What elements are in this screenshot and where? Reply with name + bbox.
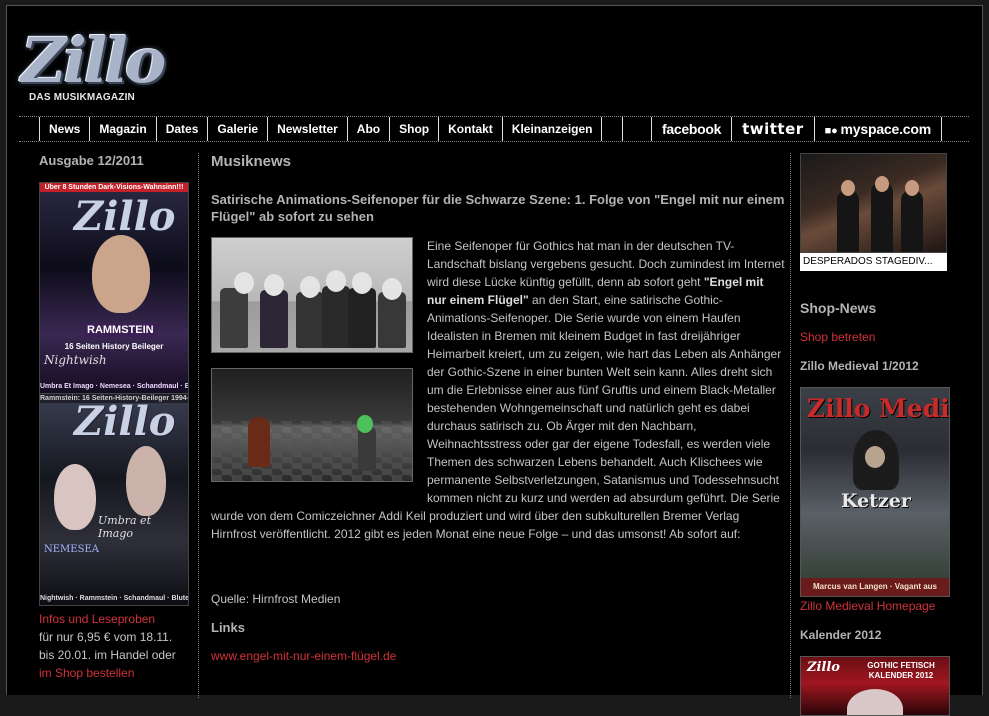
cover-feature: RAMMSTEIN — [84, 323, 157, 337]
photo-person-2-head — [875, 176, 889, 192]
nav-item-kontakt[interactable]: Kontakt — [438, 117, 502, 141]
character-2-head — [264, 274, 284, 296]
shop-order-link[interactable]: im Shop bestellen — [39, 664, 189, 682]
character-4-head — [326, 270, 346, 292]
myspace-label: myspace.com — [840, 121, 932, 137]
nav-item-kleinanzeigen[interactable]: Kleinanzeigen — [501, 117, 602, 141]
cover2-face-right — [126, 446, 166, 516]
character-5-head — [352, 272, 372, 294]
column-divider-right — [790, 153, 791, 698]
nav-item-news[interactable]: News — [39, 117, 89, 141]
cover-side-name: Nightwish — [44, 353, 107, 367]
cover-feature-sub: 16 Seiten History Beileger — [64, 342, 164, 351]
external-link[interactable]: www.engel-mit-nur-einem-flügel.de — [211, 649, 786, 663]
cover-top-strip: Über 8 Stunden Dark-Visions-Wahnsinn!!! — [40, 183, 188, 192]
character-5 — [348, 288, 376, 348]
issue-heading: Ausgabe 12/2011 — [39, 153, 144, 168]
photo-person-2 — [871, 182, 893, 252]
section-title: Musiknews — [211, 153, 292, 170]
article-source: Quelle: Hirnfrost Medien — [211, 592, 341, 606]
cover2-face-left — [54, 464, 96, 530]
logo-wordmark: Zillo — [21, 24, 166, 97]
stagedive-caption[interactable]: DESPERADOS STAGEDIV... — [800, 253, 947, 271]
social-links: facebook twitter ■● myspace.com — [651, 117, 942, 141]
left-sidebar: Ausgabe 12/2011 Über 8 Stunden Dark-Visi… — [39, 153, 189, 682]
cover2-side-name: NEMESEA — [44, 544, 99, 555]
stagedive-photo[interactable] — [800, 153, 947, 253]
green-hair-figure — [358, 427, 376, 471]
checkered-floor — [212, 421, 412, 481]
main-content: Musiknews Satirische Animations-Seifenop… — [211, 153, 786, 663]
issue-cover-front[interactable]: Über 8 Stunden Dark-Visions-Wahnsinn!!! … — [39, 182, 189, 394]
column-divider-left — [198, 153, 199, 698]
medieval-cover-feature: Ketzer — [841, 490, 911, 512]
nav-item-galerie[interactable]: Galerie — [207, 117, 267, 141]
calendar-heading: Kalender 2012 — [800, 628, 882, 642]
medieval-homepage-link[interactable]: Zillo Medieval Homepage — [800, 599, 960, 613]
character-6-head — [382, 278, 402, 300]
medieval-cover[interactable]: Zillo Medieval Ketzer Marcus van Langen … — [800, 387, 950, 597]
nav-item-dates[interactable]: Dates — [155, 117, 208, 141]
site-logo[interactable]: Zillo DAS MUSIKMAGAZIN — [21, 26, 171, 108]
photo-person-3 — [901, 190, 923, 252]
character-1 — [220, 288, 248, 348]
cover2-wordmark: Zillo — [74, 398, 176, 445]
cover2-feature: Umbra et Imago — [98, 514, 151, 540]
photo-person-1 — [837, 190, 859, 252]
cover-bottom-strip: Umbra Et Imago · Nemesea · Schandmaul · … — [40, 383, 188, 390]
nav-item-magazin[interactable]: Magazin — [89, 117, 155, 141]
medieval-cover-band: Marcus van Langen · Vagant aus Leidensch… — [801, 578, 949, 596]
photo-person-3-head — [905, 180, 919, 196]
calendar-title: GOTHIC FETISCH KALENDER 2012 — [867, 661, 935, 680]
calendar-logo: Zillo — [807, 660, 840, 675]
medieval-heading: Zillo Medieval 1/2012 — [800, 359, 919, 373]
character-6 — [378, 292, 406, 348]
page-frame: Zillo DAS MUSIKMAGAZIN News Magazin Date… — [6, 5, 983, 716]
medieval-cover-title: Zillo Medieval — [807, 394, 950, 423]
links-heading: Links — [211, 620, 245, 635]
nav-item-newsletter[interactable]: Newsletter — [267, 117, 347, 141]
article-image-scene[interactable] — [211, 368, 413, 482]
right-sidebar: DESPERADOS STAGEDIV... Shop-News Shop be… — [800, 153, 960, 716]
myspace-link[interactable]: ■● myspace.com — [813, 117, 942, 141]
nav-item-abo[interactable]: Abo — [346, 117, 389, 141]
character-2 — [260, 290, 288, 348]
cover2-bottom-strip: Nightwish · Rammstein · Schandmaul · Blu… — [40, 595, 188, 602]
cover-face-image — [92, 235, 150, 313]
shop-enter-link[interactable]: Shop betreten — [800, 330, 960, 344]
calendar-cover[interactable]: Zillo GOTHIC FETISCH KALENDER 2012 — [800, 656, 950, 716]
myspace-icon: ■● — [824, 125, 838, 137]
price-line-1: für nur 6,95 € vom 18.11. — [39, 630, 173, 644]
issue-cover-back[interactable]: Rammstein: 16 Seiten-History-Beileger 19… — [39, 394, 189, 606]
character-3-head — [300, 276, 320, 298]
article-image-characters[interactable] — [211, 237, 413, 353]
green-hair-head — [357, 415, 373, 433]
nav-divider — [601, 117, 624, 141]
logo-tagline: DAS MUSIKMAGAZIN — [29, 92, 135, 103]
nav-list: News Magazin Dates Galerie Newsletter Ab… — [39, 117, 624, 141]
article-images — [211, 237, 413, 497]
reaper-figure — [248, 417, 270, 467]
facebook-link[interactable]: facebook — [651, 117, 731, 141]
cover-wordmark: Zillo — [74, 193, 176, 240]
main-navigation: News Magazin Dates Galerie Newsletter Ab… — [19, 116, 969, 142]
character-1-head — [234, 272, 254, 294]
character-4 — [322, 286, 350, 348]
price-line-2: bis 20.01. im Handel oder — [39, 648, 176, 662]
photo-person-1-head — [841, 180, 855, 196]
twitter-link[interactable]: twitter — [731, 117, 814, 141]
character-3 — [296, 292, 324, 348]
nav-item-shop[interactable]: Shop — [389, 117, 438, 141]
article-headline[interactable]: Satirische Animations-Seifenoper für die… — [211, 191, 786, 225]
shop-news-heading: Shop-News — [800, 300, 877, 316]
calendar-face — [847, 689, 903, 715]
issue-info: Infos und Leseproben für nur 6,95 € vom … — [39, 610, 189, 682]
medieval-face — [865, 446, 885, 468]
info-link[interactable]: Infos und Leseproben — [39, 610, 189, 628]
